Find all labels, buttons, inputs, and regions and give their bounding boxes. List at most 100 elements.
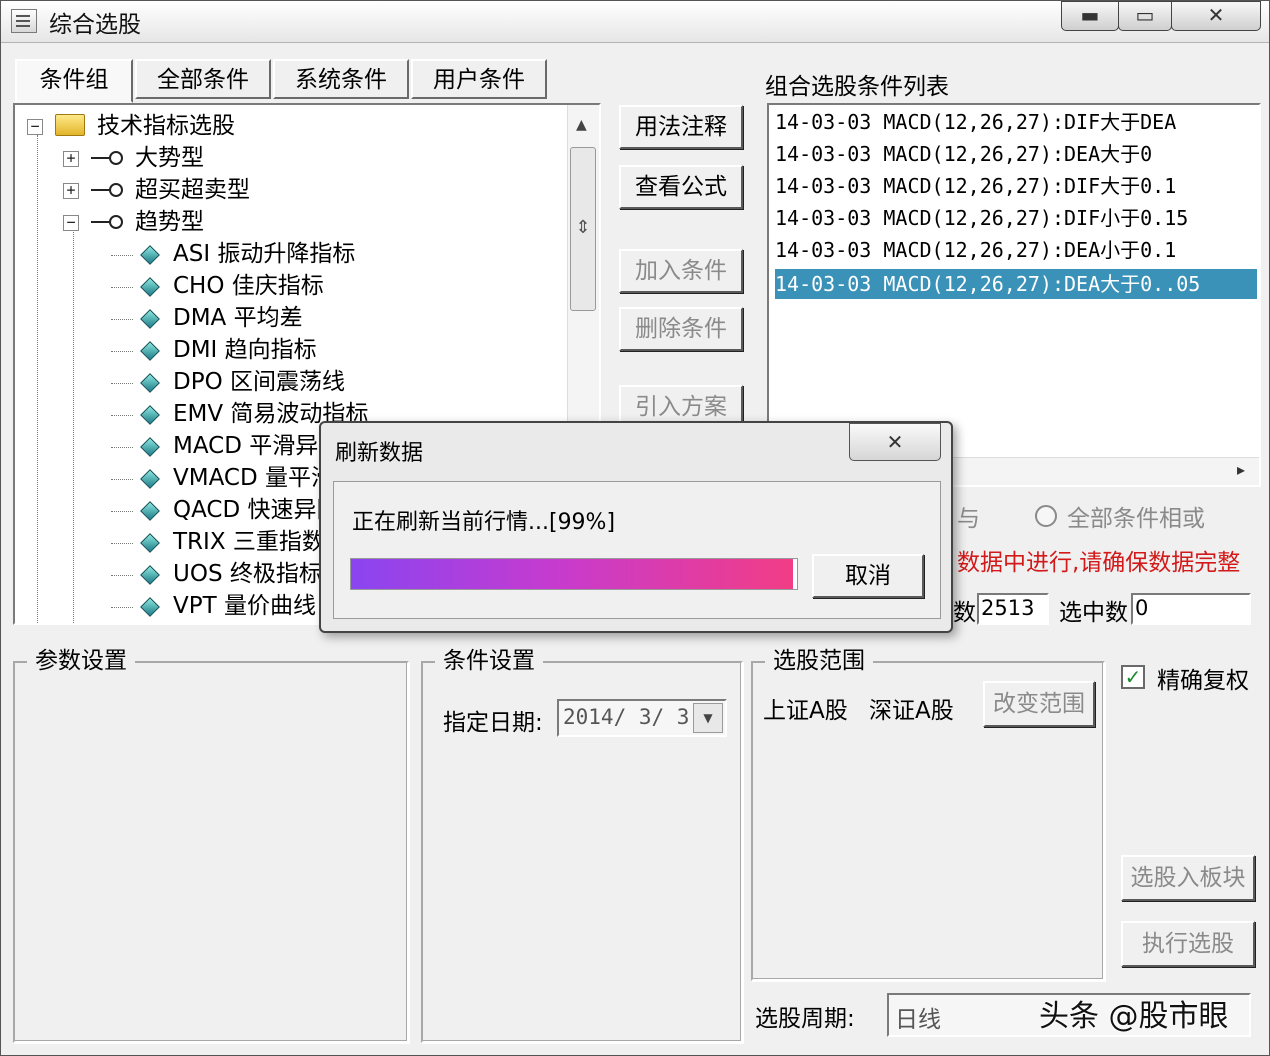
tree-group-label[interactable]: 大势型 <box>135 143 204 173</box>
tree-item[interactable]: MACD 平滑异同 <box>173 431 341 461</box>
tree-root-label[interactable]: 技术指标选股 <box>97 111 235 141</box>
dialog-close-button[interactable]: ✕ <box>849 423 941 461</box>
param-settings-group <box>13 661 409 1043</box>
selected-count-label: 选中数 <box>1059 600 1128 626</box>
stock-range-title: 选股范围 <box>765 647 873 675</box>
indicator-icon <box>140 565 160 585</box>
tab-all-conditions[interactable]: 全部条件 <box>135 59 271 99</box>
or-radio[interactable] <box>1035 505 1057 527</box>
indicator-icon <box>140 437 160 457</box>
tree-item[interactable]: UOS 终极指标 <box>173 559 322 589</box>
indicator-icon <box>140 341 160 361</box>
cancel-button[interactable]: 取消 <box>812 554 924 598</box>
date-label: 指定日期: <box>443 710 543 736</box>
app-icon <box>11 9 37 33</box>
key-icon <box>91 151 123 165</box>
dropdown-button[interactable]: ▼ <box>693 703 723 733</box>
title-bar: 综合选股 ▬ ▭ ✕ <box>1 1 1269 43</box>
stock-screener-window: 综合选股 ▬ ▭ ✕ 条件组 全部条件 系统条件 用户条件 − 技术指标选股 +… <box>0 0 1270 1056</box>
market-shanghai: 上证A股 <box>763 698 848 724</box>
condition-settings-title: 条件设置 <box>435 647 543 675</box>
execute-selection-button[interactable]: 执行选股 <box>1121 921 1255 967</box>
date-picker[interactable]: 2014/ 3/ 3 ▼ <box>557 699 727 737</box>
tree-collapse-toggle[interactable]: − <box>27 119 43 135</box>
indicator-icon <box>140 373 160 393</box>
indicator-icon <box>140 597 160 617</box>
minimize-icon: ▬ <box>1080 3 1100 27</box>
usage-notes-button[interactable]: 用法注释 <box>619 105 743 149</box>
dialog-body: 正在刷新当前行情...[99%] 取消 <box>333 481 941 619</box>
check-icon: ✓ <box>1124 665 1142 689</box>
maximize-icon: ▭ <box>1135 3 1155 27</box>
key-icon <box>91 215 123 229</box>
tree-item[interactable]: VMACD 量平滑 <box>173 463 334 493</box>
market-shenzhen: 深证A股 <box>869 698 954 724</box>
list-item[interactable]: 14-03-03 MACD(12,26,27):DIF大于0.1 <box>775 171 1176 201</box>
close-icon: ✕ <box>1207 3 1225 27</box>
tree-item[interactable]: CHO 佳庆指标 <box>173 271 324 301</box>
maximize-button[interactable]: ▭ <box>1118 1 1172 31</box>
indicator-icon <box>140 277 160 297</box>
tree-item[interactable]: QACD 快速异同 <box>173 495 340 525</box>
tree-group-label[interactable]: 超买超卖型 <box>135 175 250 205</box>
chevron-down-icon: ▼ <box>703 711 713 725</box>
or-option-label[interactable]: 全部条件相或 <box>1067 499 1205 533</box>
folder-icon <box>55 114 85 136</box>
tree-expand-toggle[interactable]: + <box>63 183 79 199</box>
list-item[interactable]: 14-03-03 MACD(12,26,27):DEA小于0.1 <box>775 235 1176 265</box>
data-warning: 数据中进行,请确保数据完整 <box>957 550 1241 576</box>
tree-item[interactable]: DPO 区间震荡线 <box>173 367 345 397</box>
refresh-progress-bar <box>350 558 798 590</box>
period-label: 选股周期: <box>755 1006 855 1032</box>
view-formula-button[interactable]: 查看公式 <box>619 165 743 209</box>
scroll-thumb[interactable]: ⇕ <box>570 147 596 311</box>
indicator-icon <box>140 309 160 329</box>
minimize-button[interactable]: ▬ <box>1061 1 1119 31</box>
tree-item[interactable]: DMI 趋向指标 <box>173 335 317 365</box>
list-item[interactable]: 14-03-03 MACD(12,26,27):DEA大于0 <box>775 139 1152 169</box>
indicator-icon <box>140 533 160 553</box>
total-count-field: 2513 <box>977 593 1049 625</box>
change-range-button[interactable]: 改变范围 <box>983 681 1095 727</box>
indicator-icon <box>140 469 160 489</box>
selected-count-field: 0 <box>1131 593 1251 625</box>
refresh-message: 正在刷新当前行情...[99%] <box>352 510 616 535</box>
list-item-selected[interactable]: 14-03-03 MACD(12,26,27):DEA大于0..05 <box>775 269 1257 299</box>
window-title: 综合选股 <box>49 12 141 38</box>
tree-item[interactable]: TRIX 三重指数 <box>173 527 325 557</box>
progress-fill <box>351 559 793 589</box>
add-condition-button[interactable]: 加入条件 <box>619 249 743 293</box>
close-button[interactable]: ✕ <box>1171 1 1261 31</box>
scroll-up-icon[interactable]: ▲ <box>576 117 587 133</box>
tree-collapse-toggle[interactable]: − <box>63 215 79 231</box>
delete-condition-button[interactable]: 删除条件 <box>619 307 743 351</box>
refresh-dialog: 刷新数据 ✕ 正在刷新当前行情...[99%] 取消 <box>319 421 953 633</box>
tab-system-conditions[interactable]: 系统条件 <box>273 59 409 99</box>
param-settings-title: 参数设置 <box>27 647 135 675</box>
period-value: 日线 <box>895 1007 941 1033</box>
tree-item[interactable]: DMA 平均差 <box>173 303 303 333</box>
precise-rights-label[interactable]: 精确复权 <box>1157 661 1249 695</box>
add-to-block-button[interactable]: 选股入板块 <box>1121 855 1255 901</box>
tree-group-label[interactable]: 趋势型 <box>135 207 204 237</box>
tab-condition-group[interactable]: 条件组 <box>15 59 133 103</box>
tree-expand-toggle[interactable]: + <box>63 151 79 167</box>
condition-list-title: 组合选股条件列表 <box>765 74 949 100</box>
watermark: 头条 @股市眼 <box>1039 999 1229 1034</box>
tree-item[interactable]: ASI 振动升降指标 <box>173 239 355 269</box>
and-option-label[interactable]: 与 <box>957 499 980 533</box>
indicator-icon <box>140 501 160 521</box>
list-item[interactable]: 14-03-03 MACD(12,26,27):DIF小于0.15 <box>775 203 1188 233</box>
tree-item[interactable]: VPT 量价曲线 <box>173 591 316 621</box>
tab-user-conditions[interactable]: 用户条件 <box>411 59 547 99</box>
indicator-icon <box>140 405 160 425</box>
grip-icon: ⇕ <box>575 217 591 238</box>
list-item[interactable]: 14-03-03 MACD(12,26,27):DIF大于DEA <box>775 107 1176 137</box>
indicator-icon <box>140 245 160 265</box>
precise-rights-checkbox[interactable]: ✓ <box>1121 665 1145 689</box>
close-icon: ✕ <box>886 430 904 454</box>
key-icon <box>91 183 123 197</box>
scroll-right-icon[interactable]: ▸ <box>1237 460 1245 479</box>
date-value: 2014/ 3/ 3 <box>563 705 690 729</box>
total-count-label: 数 <box>953 600 976 626</box>
